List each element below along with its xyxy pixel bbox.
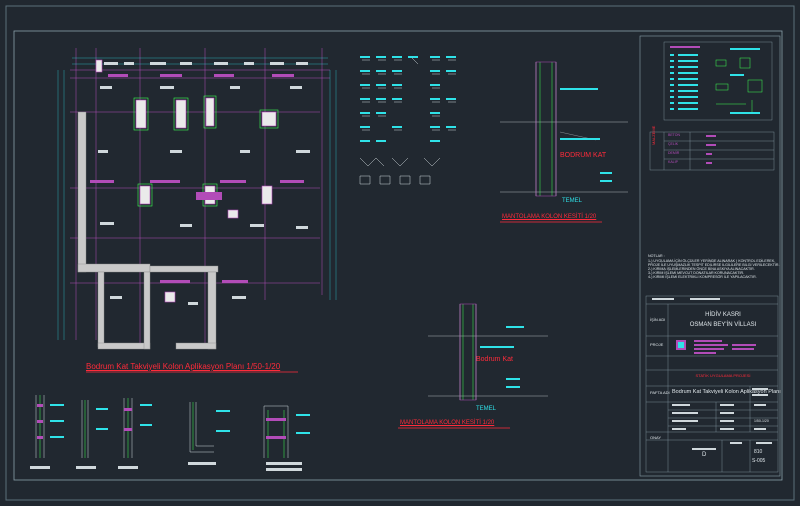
- sheet-name: Bodrum Kat Takviyeli Kolon Aplikasyon Pl…: [672, 389, 781, 395]
- sheet-code: S-005: [752, 458, 766, 464]
- section-1-foundation-label: TEMEL: [562, 198, 583, 204]
- notes-heading: NOTLAR :: [648, 254, 665, 258]
- drawing-linework: [5, 5, 795, 501]
- plan-magenta-labels: [90, 74, 304, 283]
- bar-bending-details: [360, 56, 456, 142]
- section-1-title: MANTOLAMA KOLON KESİTİ 1/20: [502, 214, 597, 220]
- sheet-scale: 1/50-1/20: [754, 419, 769, 423]
- plan-walls: [77, 111, 219, 350]
- approval-label: ONAY: [650, 435, 662, 440]
- column-details: [35, 395, 289, 458]
- section-2-floor-label: Bodrum Kat: [476, 356, 513, 363]
- material-row: BETON: [668, 133, 680, 137]
- sheet-code-letter: D: [702, 452, 707, 458]
- material-table-label: MALZEME: [651, 125, 656, 145]
- section-2-title: MANTOLAMA KOLON KESİTİ 1/20: [400, 420, 495, 426]
- project-label: PROJE: [650, 342, 664, 347]
- project-stamp: STATİK UYGULAMA PROJESİ: [695, 373, 751, 378]
- section-2-foundation-label: TEMEL: [476, 406, 497, 412]
- plan-title: Bodrum Kat Takviyeli Kolon Aplikasyon Pl…: [86, 362, 281, 371]
- material-row: DEMİR: [668, 151, 680, 155]
- cad-drawing-sheet: Bodrum Kat Takviyeli Kolon Aplikasyon Pl…: [0, 0, 800, 506]
- job-label: İŞİN ADI: [650, 317, 666, 322]
- job-name-1: HİDİV KASRI: [705, 312, 741, 318]
- section-1-floor-label: BODRUM KAT: [560, 152, 607, 159]
- material-row: KALIP: [668, 160, 678, 164]
- sheet-label: PAFTA ADI: [650, 390, 670, 395]
- notes-block: NOTLAR : 1-) UYGULAMA İÇİN ÖLÇÜLER YERİN…: [648, 254, 779, 279]
- legend-block: [663, 41, 773, 121]
- job-name-2: OSMAN BEY'İN VİLLASI: [689, 322, 757, 328]
- material-row: ÇELİK: [668, 142, 679, 146]
- sheet-number: 810: [754, 449, 763, 455]
- section-2: [398, 303, 548, 429]
- note-line: 4-) KIRIMI İŞLEMİ ELEKTRİKLİ KOMPRESÖR İ…: [648, 275, 757, 279]
